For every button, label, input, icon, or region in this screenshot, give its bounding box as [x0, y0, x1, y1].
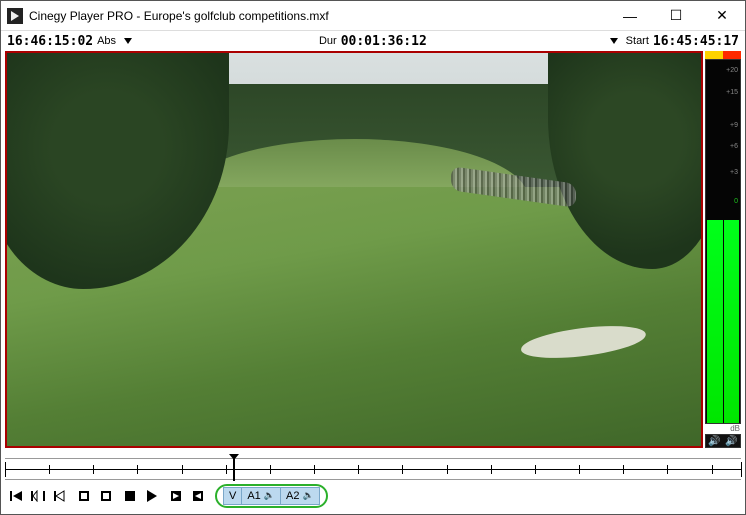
- audio1-track-label: A1: [247, 490, 260, 502]
- audio1-speaker-icon: 🔈: [264, 490, 275, 501]
- main-area: +20+15+9+6+30-5-10-20-30-40-50-60 dB 🔊 🔊: [1, 51, 745, 452]
- track-selector-group: V A1 🔈 A2 🔈: [215, 484, 328, 508]
- audio-meter: +20+15+9+6+30-5-10-20-30-40-50-60 dB 🔊 🔊: [705, 51, 741, 448]
- speaker-toggle-row: 🔊 🔊: [705, 434, 741, 448]
- video-track-label: V: [229, 490, 236, 502]
- timeline[interactable]: [5, 458, 741, 480]
- peak-left: [705, 51, 723, 59]
- speaker-left-icon[interactable]: 🔊: [706, 435, 723, 447]
- transport-controls: V A1 🔈 A2 🔈: [1, 480, 745, 508]
- audio2-track-toggle[interactable]: A2 🔈: [281, 487, 320, 505]
- app-icon: [7, 8, 23, 24]
- mark-out2-button[interactable]: [191, 489, 205, 503]
- minimize-button[interactable]: —: [607, 1, 653, 31]
- audio-peak-indicator: [705, 51, 741, 59]
- close-button[interactable]: ✕: [699, 1, 745, 31]
- current-timecode: 16:46:15:02: [7, 34, 93, 49]
- meter-tick: +3: [704, 169, 738, 176]
- meter-channel-left: [707, 220, 723, 423]
- audio1-track-toggle[interactable]: A1 🔈: [242, 487, 281, 505]
- stop-button[interactable]: [123, 489, 137, 503]
- window-title: Cinegy Player PRO - Europe's golfclub co…: [29, 9, 607, 23]
- meter-tick: +20: [704, 67, 738, 74]
- duration-timecode: 00:01:36:12: [341, 34, 427, 49]
- step-back-button[interactable]: [53, 489, 67, 503]
- audio-meter-scale: +20+15+9+6+30-5-10-20-30-40-50-60: [705, 59, 741, 424]
- maximize-button[interactable]: ☐: [653, 1, 699, 31]
- meter-tick: +6: [704, 143, 738, 150]
- start-timecode: 16:45:45:17: [653, 34, 739, 49]
- speaker-right-icon[interactable]: 🔊: [723, 435, 740, 447]
- timeline-track: [5, 469, 741, 470]
- titlebar: Cinegy Player PRO - Europe's golfclub co…: [1, 1, 745, 31]
- audio2-speaker-icon: 🔈: [303, 490, 314, 501]
- timecode-mode-dropdown-icon[interactable]: [124, 38, 132, 44]
- meter-unit-label: dB: [705, 424, 741, 434]
- video-track-toggle[interactable]: V: [223, 487, 242, 505]
- mark-out-button[interactable]: [99, 489, 113, 503]
- timeline-playhead[interactable]: [233, 457, 235, 481]
- play-button[interactable]: [145, 489, 159, 503]
- audio2-track-label: A2: [286, 490, 299, 502]
- window-controls: — ☐ ✕: [607, 1, 745, 31]
- start-mode-dropdown-icon[interactable]: [610, 38, 618, 44]
- peak-right: [723, 51, 741, 59]
- duration-label: Dur: [319, 35, 337, 47]
- timecode-mode-label[interactable]: Abs: [97, 35, 116, 47]
- mark-in-button[interactable]: [77, 489, 91, 503]
- meter-tick: 0: [704, 198, 738, 205]
- video-viewport[interactable]: [5, 51, 703, 448]
- meter-channel-right: [724, 220, 740, 423]
- timecode-bar: 16:46:15:02 Abs Dur 00:01:36:12 Start 16…: [1, 31, 745, 51]
- mark-in2-button[interactable]: [169, 489, 183, 503]
- go-to-in-button[interactable]: [31, 489, 45, 503]
- meter-tick: +15: [704, 89, 738, 96]
- go-to-start-button[interactable]: [9, 489, 23, 503]
- start-label[interactable]: Start: [626, 35, 649, 47]
- meter-tick: +9: [704, 122, 738, 129]
